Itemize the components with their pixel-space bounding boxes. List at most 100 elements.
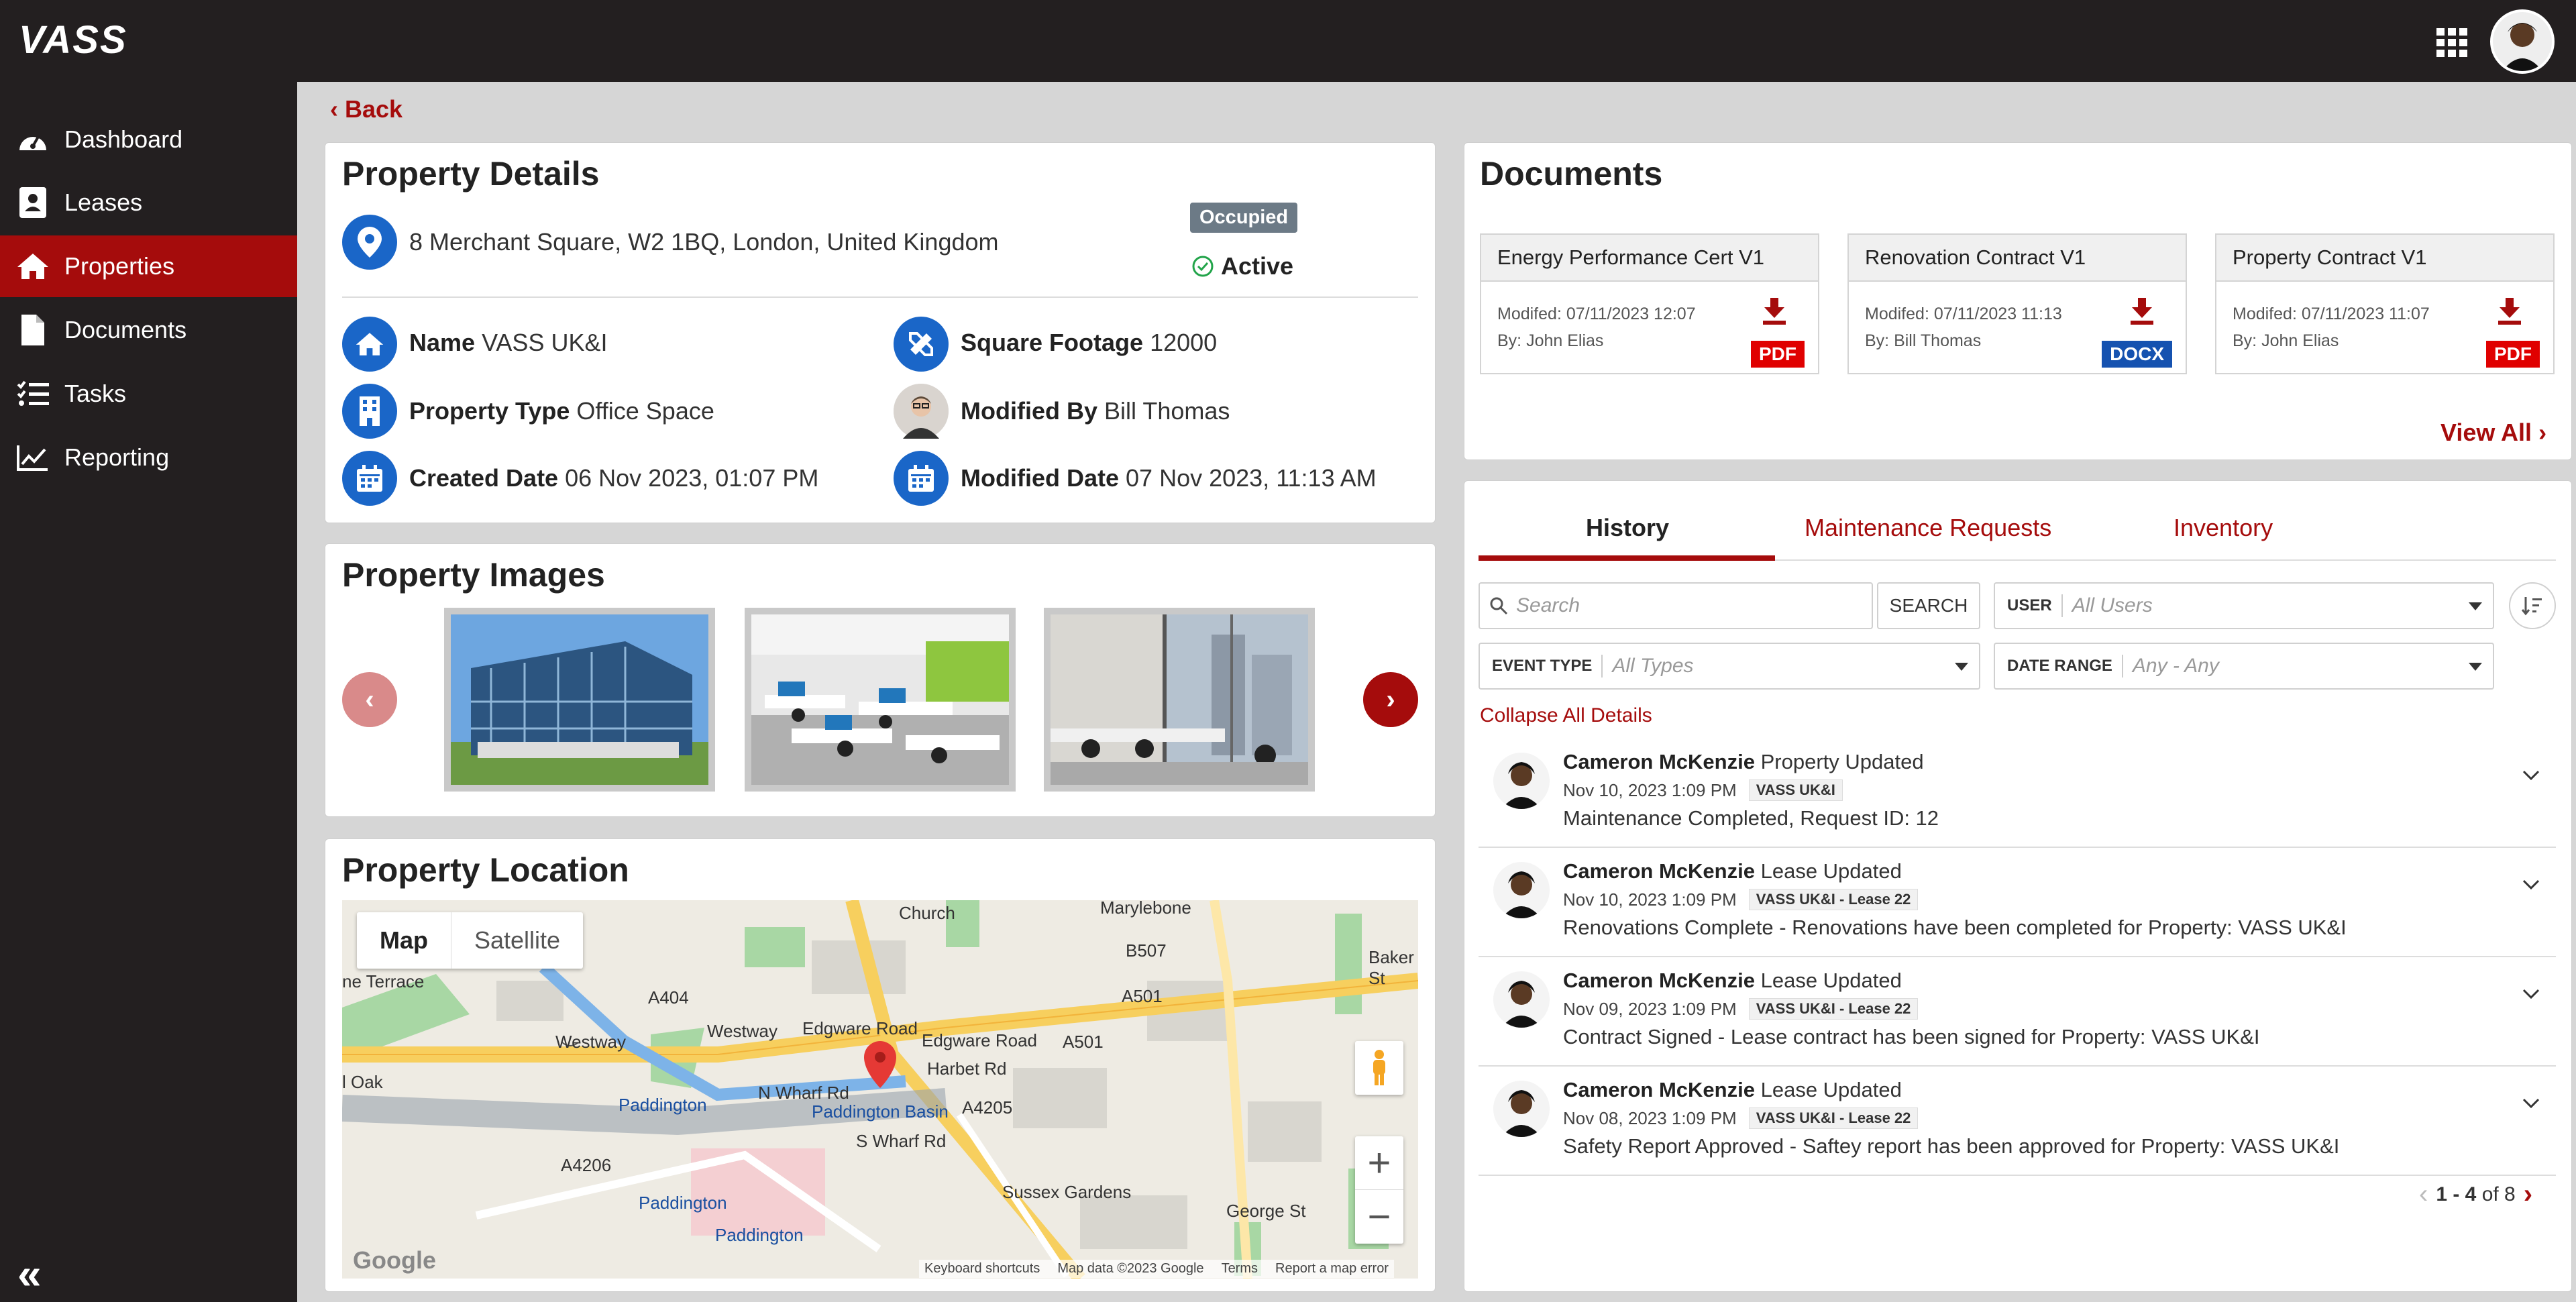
download-icon[interactable] xyxy=(1762,298,1787,325)
status-label: Active xyxy=(1221,252,1294,280)
history-action: Property Updated xyxy=(1760,750,1924,773)
page-total: of 8 xyxy=(2481,1183,2516,1205)
details-divider xyxy=(342,296,1418,298)
sidebar-item-leases[interactable]: Leases xyxy=(0,172,297,233)
images-next-button[interactable]: › xyxy=(1363,672,1418,727)
history-tag: VASS UK&I - Lease 22 xyxy=(1748,998,1919,1020)
date-range-filter-select[interactable]: DATE RANGE Any - Any xyxy=(1994,643,2494,690)
history-user: Cameron McKenzie Lease Updated xyxy=(1563,1078,1902,1102)
collapse-sidebar-icon[interactable]: « xyxy=(17,1249,42,1299)
download-icon[interactable] xyxy=(2129,298,2155,325)
history-description: Maintenance Completed, Request ID: 12 xyxy=(1563,806,1939,830)
map-tab[interactable]: Map xyxy=(357,912,451,969)
documents-title: Documents xyxy=(1480,155,1663,193)
sidebar-item-reporting[interactable]: Reporting xyxy=(0,427,297,488)
map-label: A4206 xyxy=(561,1155,612,1175)
document-card[interactable]: Energy Performance Cert V1 Modifed: 07/1… xyxy=(1480,233,1819,374)
modified-by: Modified By Bill Thomas xyxy=(961,397,1230,425)
history-item[interactable]: Cameron McKenzie Lease Updated Nov 10, 2… xyxy=(1479,849,2556,957)
sidebar-item-documents[interactable]: Documents xyxy=(0,299,297,361)
active-tab-indicator xyxy=(1479,555,1775,561)
prev-page-button[interactable]: ‹ xyxy=(2419,1179,2428,1209)
check-circle-icon xyxy=(1192,256,1214,277)
search-button[interactable]: SEARCH xyxy=(1877,582,1980,629)
field-value: Office Space xyxy=(576,397,714,425)
history-item[interactable]: Cameron McKenzie Property Updated Nov 10… xyxy=(1479,739,2556,848)
map-label: l Oak xyxy=(342,1072,383,1092)
field-value: 12000 xyxy=(1150,329,1218,356)
chevron-down-icon[interactable] xyxy=(2522,770,2540,781)
report-error-link[interactable]: Report a map error xyxy=(1275,1261,1389,1277)
document-name: Renovation Contract V1 xyxy=(1849,235,2186,282)
history-date: Nov 09, 2023 1:09 PM xyxy=(1563,998,1737,1019)
sort-icon xyxy=(2522,597,2542,616)
document-author: By: John Elias xyxy=(1497,331,1604,350)
view-all-documents-link[interactable]: View All › xyxy=(2440,419,2546,447)
document-card[interactable]: Renovation Contract V1 Modifed: 07/11/20… xyxy=(1847,233,2187,374)
document-author: By: Bill Thomas xyxy=(1865,331,1982,350)
map-label: Church xyxy=(899,903,955,923)
map-label: Edgware Road xyxy=(922,1030,1037,1050)
history-item[interactable]: Cameron McKenzie Lease Updated Nov 08, 2… xyxy=(1479,1067,2556,1176)
map-label: Westway xyxy=(707,1021,777,1041)
document-icon xyxy=(16,315,50,345)
satellite-tab[interactable]: Satellite xyxy=(451,912,583,969)
chevron-down-icon[interactable] xyxy=(2522,879,2540,890)
property-type: Property Type Office Space xyxy=(409,397,714,425)
map-label: Marylebone xyxy=(1100,900,1191,918)
map-view[interactable]: Edgware Road Edgware Road Westway Westwa… xyxy=(342,900,1418,1279)
street-view-pegman-icon[interactable] xyxy=(1355,1041,1403,1095)
history-tag: VASS UK&I - Lease 22 xyxy=(1748,1107,1919,1129)
event-type-filter-select[interactable]: EVENT TYPE All Types xyxy=(1479,643,1980,690)
history-search-input[interactable]: Search xyxy=(1479,582,1873,629)
chevron-down-icon xyxy=(1955,663,1968,671)
app-logo[interactable]: VASS xyxy=(19,17,127,62)
history-item[interactable]: Cameron McKenzie Lease Updated Nov 09, 2… xyxy=(1479,958,2556,1067)
property-image-2[interactable] xyxy=(745,608,1016,792)
tab-inventory[interactable]: Inventory xyxy=(2174,514,2273,542)
sidebar-item-tasks[interactable]: Tasks xyxy=(0,363,297,425)
sidebar: Dashboard Leases Properties Documents Ta… xyxy=(0,82,297,1302)
chevron-down-icon[interactable] xyxy=(2522,1098,2540,1109)
next-page-button[interactable]: › xyxy=(2524,1179,2532,1209)
map-label: B507 xyxy=(1126,940,1167,961)
search-icon xyxy=(1490,597,1508,615)
sidebar-item-dashboard[interactable]: Dashboard xyxy=(0,109,297,170)
document-modified: Modifed: 07/11/2023 12:07 xyxy=(1497,305,1696,323)
chevron-down-icon[interactable] xyxy=(2522,989,2540,999)
field-value: 06 Nov 2023, 01:07 PM xyxy=(565,464,819,492)
field-label: Modified Date xyxy=(961,464,1120,492)
calendar-icon xyxy=(342,451,397,506)
zoom-out-button[interactable]: − xyxy=(1355,1190,1403,1244)
map-label: A404 xyxy=(648,987,689,1008)
status-active: Active xyxy=(1191,252,1293,280)
terms-link[interactable]: Terms xyxy=(1222,1261,1258,1277)
user-filter-select[interactable]: USER All Users xyxy=(1994,582,2494,629)
sort-button[interactable] xyxy=(2509,582,2556,629)
history-description: Contract Signed - Lease contract has bee… xyxy=(1563,1025,2260,1048)
user-filter-label: USER xyxy=(1995,594,2063,617)
keyboard-shortcuts-link[interactable]: Keyboard shortcuts xyxy=(924,1261,1040,1277)
user-avatar[interactable] xyxy=(2490,9,2555,74)
tab-maintenance-requests[interactable]: Maintenance Requests xyxy=(1805,514,2051,542)
tab-history[interactable]: History xyxy=(1586,514,1669,542)
search-placeholder: Search xyxy=(1516,594,1580,616)
map-label: Westway xyxy=(555,1032,626,1052)
sidebar-item-label: Dashboard xyxy=(64,125,183,153)
sidebar-item-properties[interactable]: Properties xyxy=(0,235,297,297)
images-prev-button[interactable]: ‹ xyxy=(342,672,397,727)
document-card[interactable]: Property Contract V1 Modifed: 07/11/2023… xyxy=(2215,233,2555,374)
property-image-1[interactable] xyxy=(444,608,715,792)
tasks-icon xyxy=(16,378,50,409)
history-user-name: Cameron McKenzie xyxy=(1563,750,1755,773)
collapse-all-details-link[interactable]: Collapse All Details xyxy=(1480,704,1652,727)
avatar xyxy=(1493,971,1550,1028)
download-icon[interactable] xyxy=(2497,298,2522,325)
zoom-in-button[interactable]: + xyxy=(1355,1136,1403,1190)
property-image-3[interactable] xyxy=(1044,608,1315,792)
history-tag: VASS UK&I - Lease 22 xyxy=(1748,889,1919,910)
back-link[interactable]: ‹ Back xyxy=(330,95,402,123)
history-date: Nov 10, 2023 1:09 PM xyxy=(1563,889,1737,910)
map-zoom-controls: + − xyxy=(1355,1136,1403,1244)
apps-grid-icon[interactable] xyxy=(2436,28,2469,57)
